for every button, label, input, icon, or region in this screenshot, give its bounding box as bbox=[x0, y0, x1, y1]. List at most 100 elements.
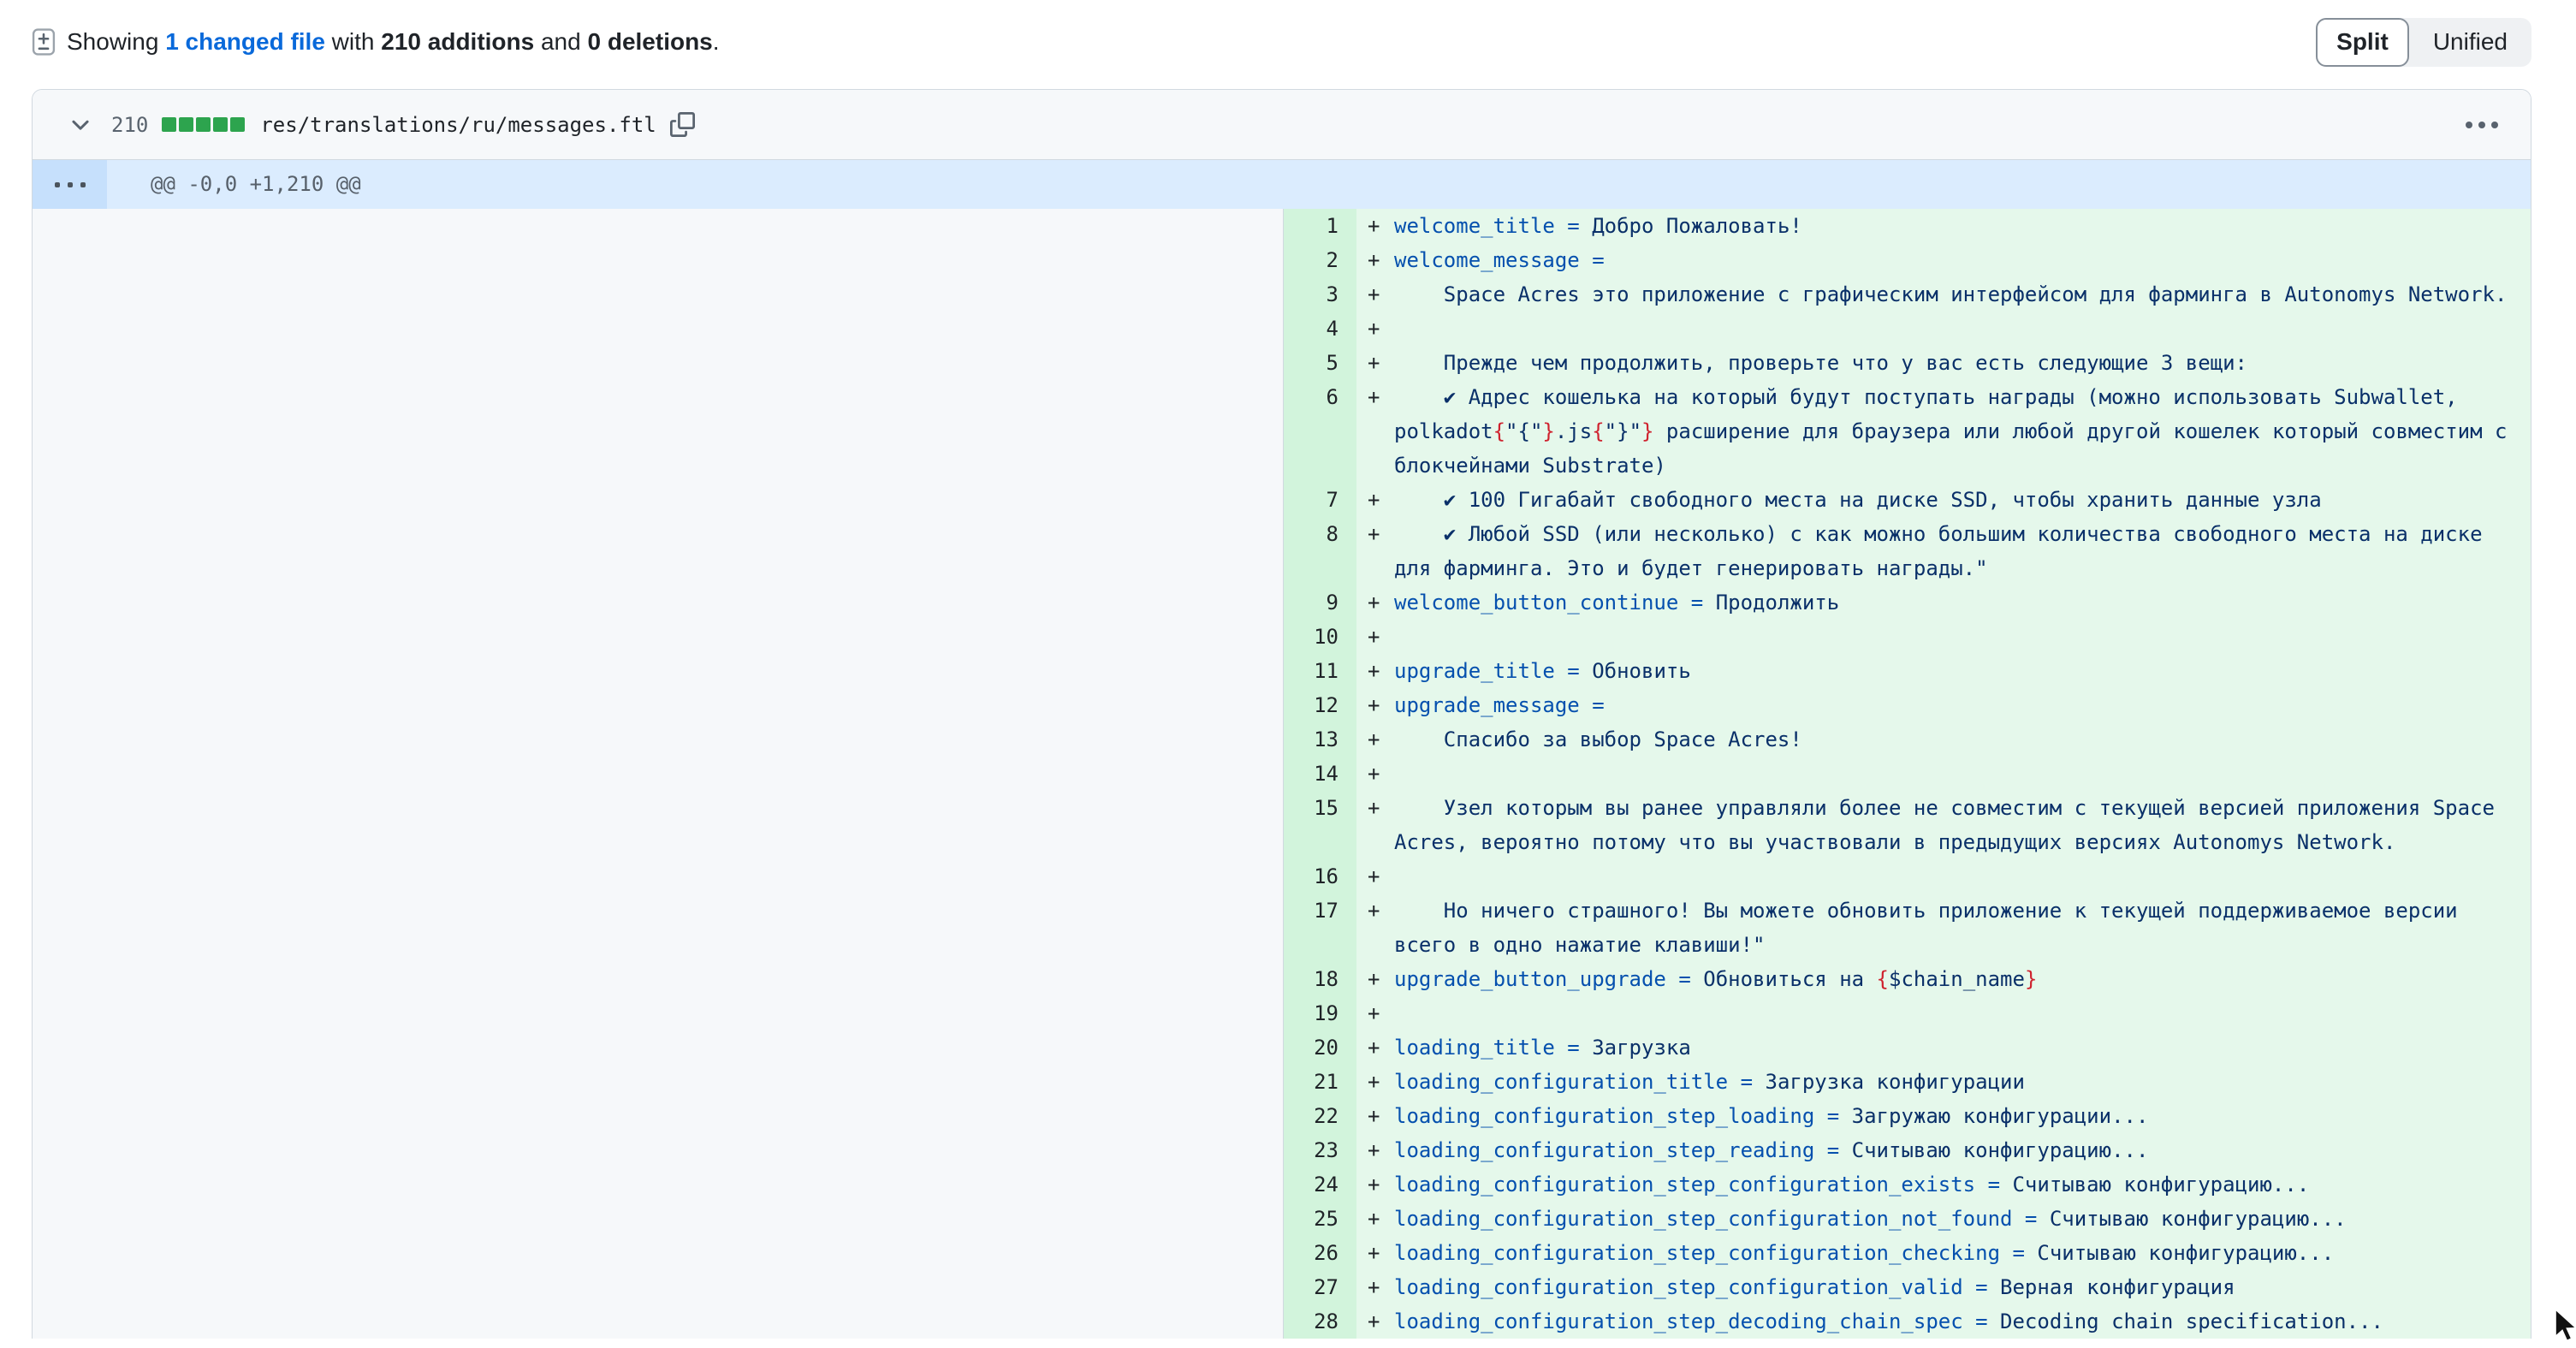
diff-line-row: 9+welcome_button_continue = Продолжить bbox=[33, 585, 2531, 620]
line-number[interactable]: 10 bbox=[1284, 620, 1356, 654]
addition-marker: + bbox=[1356, 894, 1394, 962]
code-segment-str: Загрузка конфигурации bbox=[1766, 1070, 2025, 1094]
code-segment-str: Прежде чем продолжить, проверьте что у в… bbox=[1394, 351, 2247, 375]
code-segment-id: welcome_title bbox=[1394, 214, 1555, 238]
code-cell: loading_configuration_title = Загрузка к… bbox=[1394, 1065, 2531, 1099]
line-number[interactable]: 21 bbox=[1284, 1065, 1356, 1099]
code-segment-eq: = bbox=[1814, 1138, 1851, 1162]
diff-line-row: 23+loading_configuration_step_reading = … bbox=[33, 1133, 2531, 1167]
line-number[interactable]: 25 bbox=[1284, 1202, 1356, 1236]
diff-left-empty-cell bbox=[33, 517, 1284, 585]
code-segment-eq: = bbox=[1963, 1309, 2000, 1333]
diffstat-blocks bbox=[162, 117, 245, 132]
copy-icon[interactable] bbox=[670, 112, 695, 137]
code-segment-id: loading_configuration_step_configuration… bbox=[1394, 1207, 2012, 1231]
addition-marker: + bbox=[1356, 1236, 1394, 1270]
addition-marker: + bbox=[1356, 1167, 1394, 1202]
code-segment-str: .js bbox=[1555, 419, 1592, 443]
file-path[interactable]: res/translations/ru/messages.ftl bbox=[260, 113, 656, 137]
line-number[interactable]: 23 bbox=[1284, 1133, 1356, 1167]
code-cell: loading_configuration_step_configuration… bbox=[1394, 1202, 2531, 1236]
diff-left-empty-cell bbox=[33, 1133, 1284, 1167]
line-number[interactable]: 6 bbox=[1284, 380, 1356, 483]
code-segment-eq: = bbox=[1555, 659, 1592, 683]
code-segment-str: Спасибо за выбор Space Acres! bbox=[1394, 727, 1802, 751]
diff-line-row: 12+upgrade_message = bbox=[33, 688, 2531, 722]
changed-files-link[interactable]: 1 changed file bbox=[165, 28, 325, 55]
line-number[interactable]: 26 bbox=[1284, 1236, 1356, 1270]
diff-left-empty-cell bbox=[33, 585, 1284, 620]
line-number[interactable]: 17 bbox=[1284, 894, 1356, 962]
line-number[interactable]: 1 bbox=[1284, 209, 1356, 243]
line-number[interactable]: 19 bbox=[1284, 996, 1356, 1030]
diff-left-empty-cell bbox=[33, 1099, 1284, 1133]
addition-marker: + bbox=[1356, 585, 1394, 620]
code-segment-eq: = bbox=[1975, 1173, 2012, 1197]
code-line: loading_configuration_step_configuration… bbox=[1394, 1236, 2513, 1270]
diff-line-row: 15+ Узел которым вы ранее управляли боле… bbox=[33, 791, 2531, 859]
line-number[interactable]: 15 bbox=[1284, 791, 1356, 859]
line-number[interactable]: 13 bbox=[1284, 722, 1356, 757]
code-segment-eq: = bbox=[1580, 248, 1605, 272]
diff-left-empty-cell bbox=[33, 1304, 1284, 1339]
code-segment-str: Считываю конфигурацию... bbox=[2037, 1241, 2334, 1265]
line-number[interactable]: 11 bbox=[1284, 654, 1356, 688]
chevron-down-icon[interactable] bbox=[68, 113, 92, 137]
code-cell: loading_configuration_step_configuration… bbox=[1394, 1167, 2531, 1202]
split-view-button[interactable]: Split bbox=[2316, 18, 2409, 67]
line-number[interactable]: 24 bbox=[1284, 1167, 1356, 1202]
code-segment-eq: = bbox=[1555, 214, 1592, 238]
line-number[interactable]: 2 bbox=[1284, 243, 1356, 277]
code-cell: Прежде чем продолжить, проверьте что у в… bbox=[1394, 346, 2531, 380]
line-number[interactable]: 16 bbox=[1284, 859, 1356, 894]
code-line: upgrade_message = bbox=[1394, 688, 2513, 722]
code-segment-id: upgrade_button_upgrade bbox=[1394, 967, 1666, 991]
diff-left-empty-cell bbox=[33, 346, 1284, 380]
line-number[interactable]: 22 bbox=[1284, 1099, 1356, 1133]
code-segment-id: welcome_message bbox=[1394, 248, 1580, 272]
code-line: loading_configuration_step_decoding_chai… bbox=[1394, 1304, 2513, 1339]
diff-view-toggle: Split Unified bbox=[2316, 18, 2531, 67]
code-segment-brace: { bbox=[1493, 419, 1505, 443]
addition-marker: + bbox=[1356, 688, 1394, 722]
line-number[interactable]: 8 bbox=[1284, 517, 1356, 585]
code-segment-id: loading_configuration_step_loading bbox=[1394, 1104, 1814, 1128]
line-number[interactable]: 3 bbox=[1284, 277, 1356, 312]
code-line: Спасибо за выбор Space Acres! bbox=[1394, 722, 2513, 757]
diffstat-block bbox=[162, 117, 176, 132]
diff-table: 1+welcome_title = Добро Пожаловать!2+wel… bbox=[33, 209, 2531, 1339]
unified-view-button[interactable]: Unified bbox=[2409, 18, 2531, 67]
diff-line-row: 10+ bbox=[33, 620, 2531, 654]
diff-line-row: 22+loading_configuration_step_loading = … bbox=[33, 1099, 2531, 1133]
code-segment-id: loading_configuration_step_configuration… bbox=[1394, 1241, 2000, 1265]
kebab-horizontal-icon[interactable] bbox=[2464, 116, 2500, 134]
code-segment-eq: = bbox=[2012, 1207, 2049, 1231]
code-segment-eq: = bbox=[1678, 591, 1715, 615]
code-segment-str: Space Acres это приложение с графическим… bbox=[1394, 282, 2507, 306]
code-segment-eq: = bbox=[1666, 967, 1703, 991]
line-number[interactable]: 9 bbox=[1284, 585, 1356, 620]
code-segment-str: Загружаю конфигурации... bbox=[1852, 1104, 2149, 1128]
line-number[interactable]: 12 bbox=[1284, 688, 1356, 722]
line-number[interactable]: 27 bbox=[1284, 1270, 1356, 1304]
diff-line-row: 27+loading_configuration_step_configurat… bbox=[33, 1270, 2531, 1304]
mouse-cursor bbox=[2551, 1306, 2576, 1348]
diffstat-count: 210 bbox=[111, 113, 148, 137]
diff-line-row: 3+ Space Acres это приложение с графичес… bbox=[33, 277, 2531, 312]
code-cell: ✔ Адрес кошелька на который будут поступ… bbox=[1394, 380, 2531, 483]
code-line: ✔ Адрес кошелька на который будут поступ… bbox=[1394, 380, 2513, 483]
line-number[interactable]: 20 bbox=[1284, 1030, 1356, 1065]
line-number[interactable]: 14 bbox=[1284, 757, 1356, 791]
code-cell: upgrade_title = Обновить bbox=[1394, 654, 2531, 688]
line-number[interactable]: 5 bbox=[1284, 346, 1356, 380]
line-number[interactable]: 28 bbox=[1284, 1304, 1356, 1339]
diff-line-row: 28+loading_configuration_step_decoding_c… bbox=[33, 1304, 2531, 1339]
line-number[interactable]: 4 bbox=[1284, 312, 1356, 346]
line-number[interactable]: 18 bbox=[1284, 962, 1356, 996]
addition-marker: + bbox=[1356, 996, 1394, 1030]
line-number[interactable]: 7 bbox=[1284, 483, 1356, 517]
code-segment-brace: { bbox=[1592, 419, 1604, 443]
code-line: upgrade_title = Обновить bbox=[1394, 654, 2513, 688]
file-diff-icon bbox=[32, 27, 56, 56]
expand-hunk-button[interactable] bbox=[33, 160, 107, 209]
